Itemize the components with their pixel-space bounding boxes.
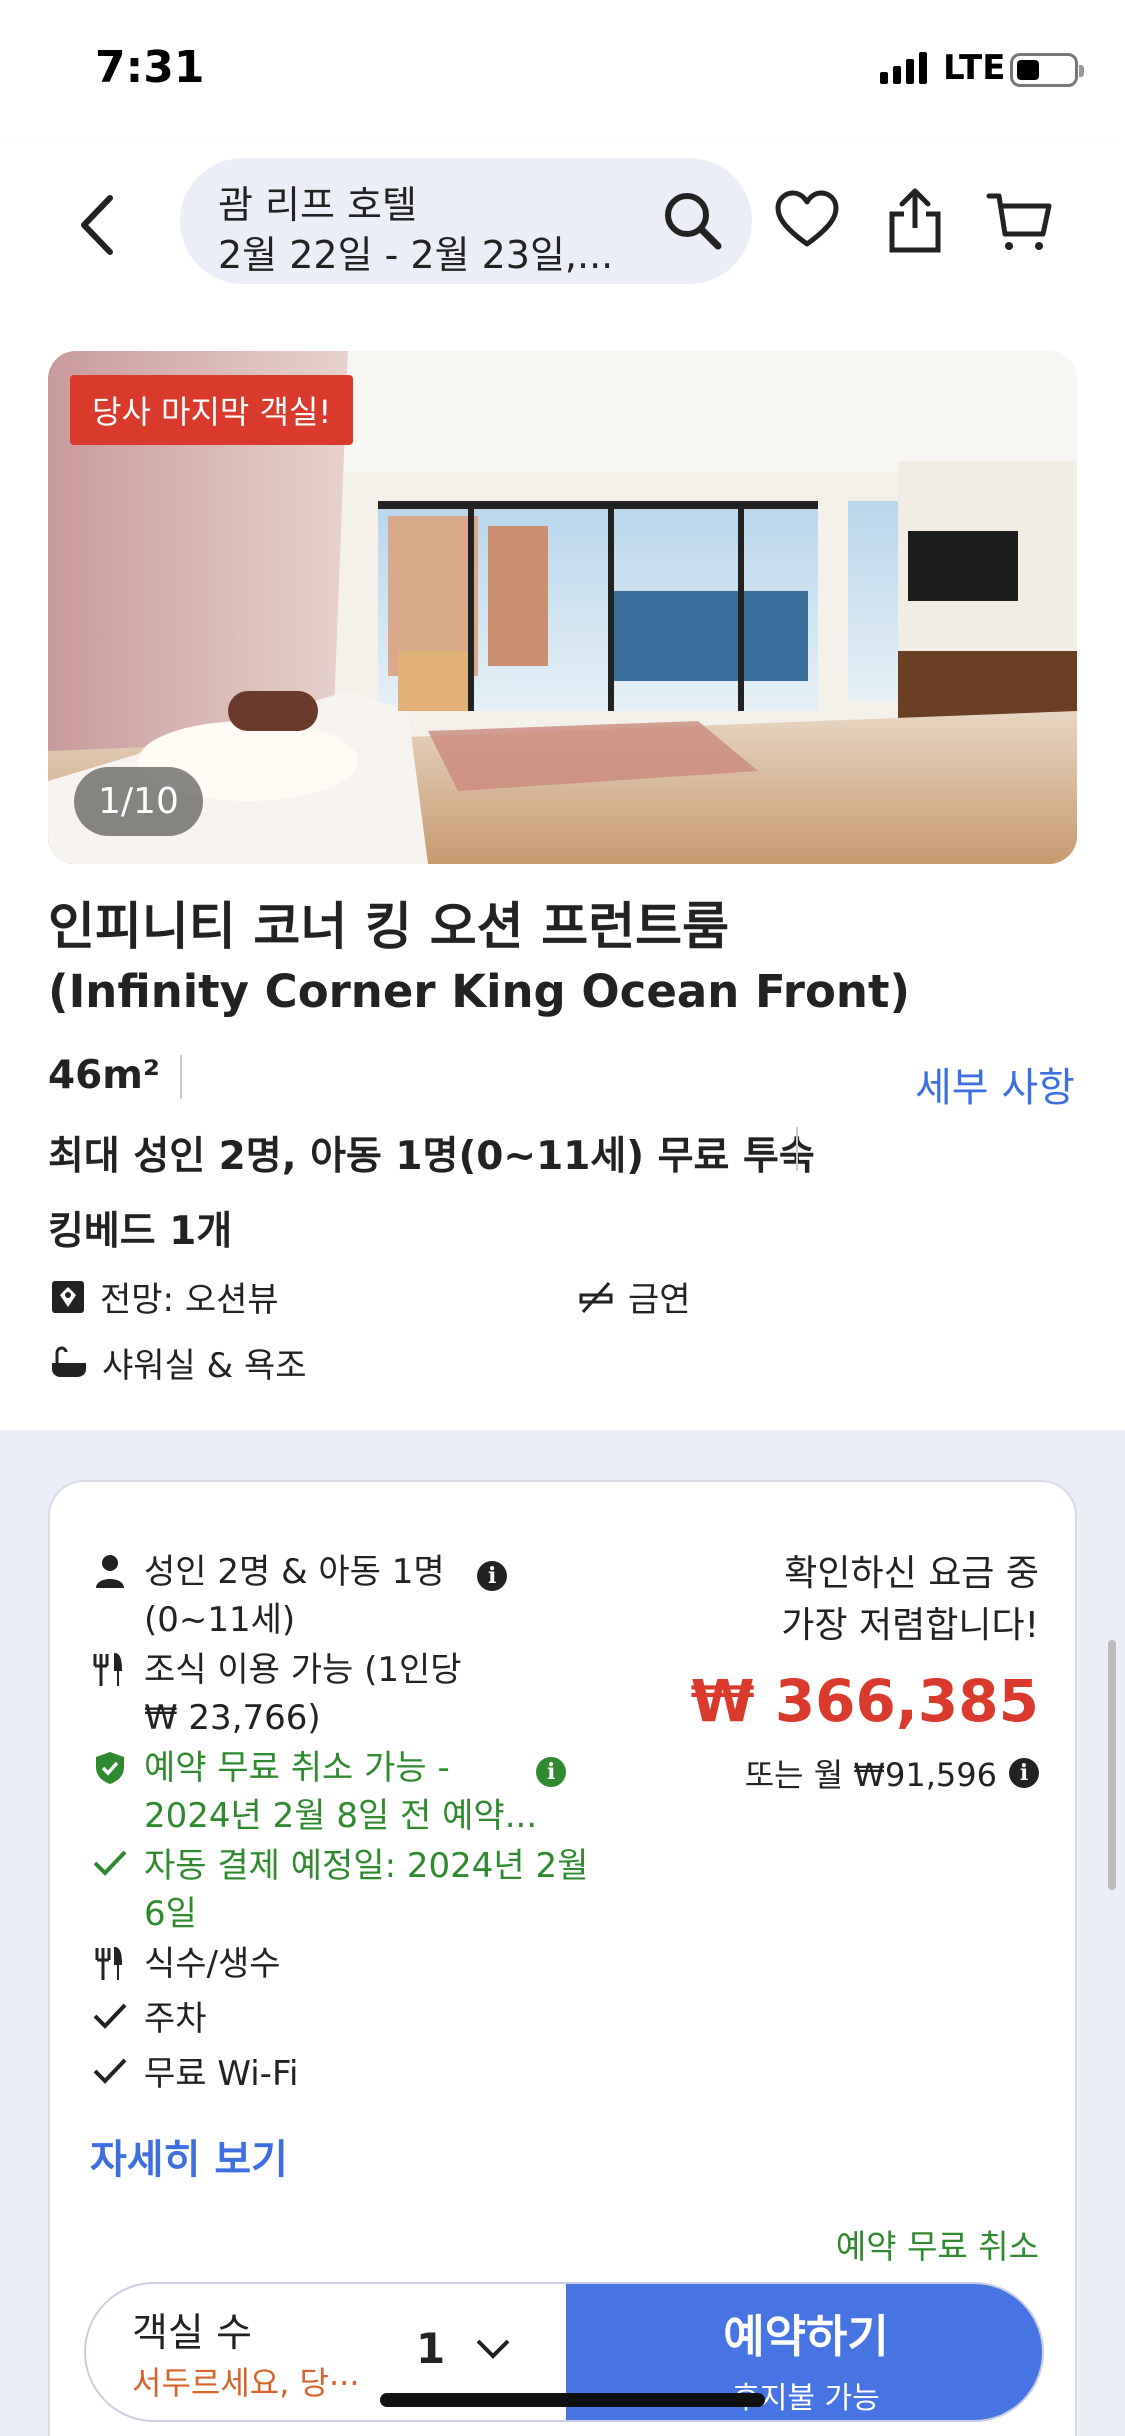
info-icon[interactable]: i <box>1009 1758 1039 1788</box>
lowest-price-note: 확인하신 요금 중 가장 저렴합니다! <box>781 1548 1039 1652</box>
view-icon <box>52 1280 84 1313</box>
parking-feature: 주차 <box>90 1995 207 2043</box>
cancel-text: 예약 무료 취소 가능 - <box>144 1748 450 1788</box>
details-link[interactable]: 세부 사항 <box>915 1055 1075 1113</box>
person-icon <box>96 1555 124 1588</box>
cancel-sub: 2024년 2월 8일 전 예약... <box>144 1796 538 1836</box>
back-icon[interactable] <box>70 190 130 260</box>
room-photo[interactable]: 당사 마지막 객실! 1/10 <box>48 351 1077 864</box>
cart-icon[interactable] <box>985 186 1055 256</box>
rate-card: 성인 2명 & 아동 1명 i (0~11세) 조식 이용 가능 (1인당 ₩ … <box>48 1480 1077 2436</box>
monthly-price-text: 또는 월 ₩91,596 <box>744 1756 997 1794</box>
search-summary[interactable]: 괌 리프 호텔 2월 22일 - 2월 23일,... <box>180 158 752 284</box>
amenity-bathtub: 샤워실 & 욕조 <box>50 1338 307 1387</box>
autopay-sub: 6일 <box>144 1894 197 1934</box>
bed-info: 킹베드 1개 <box>48 1209 233 1254</box>
rate-section: 성인 2명 & 아동 1명 i (0~11세) 조식 이용 가능 (1인당 ₩ … <box>0 1430 1125 2436</box>
room-quantity-select[interactable]: 1 <box>416 2324 511 2373</box>
home-indicator[interactable] <box>380 2393 765 2407</box>
meal-icon <box>93 1652 123 1686</box>
divider <box>796 1127 798 1171</box>
guests-text: 성인 2명 & 아동 1명 <box>144 1552 445 1592</box>
water-feature: 식수/생수 <box>90 1940 281 1988</box>
top-nav: 괌 리프 호텔 2월 22일 - 2월 23일,... <box>0 140 1125 305</box>
chevron-down-icon <box>476 2339 510 2359</box>
room-section: 당사 마지막 객실! 1/10 인피니티 코너 킹 오션 프런트룸 (Infin… <box>0 305 1125 1430</box>
meal-icon <box>95 1946 123 1980</box>
photo-counter: 1/10 <box>74 767 203 836</box>
lowest-line1: 확인하신 요금 중 <box>784 1553 1039 1594</box>
guests-sub: (0~11세) <box>144 1600 296 1640</box>
stay-dates: 2월 22일 - 2월 23일,... <box>218 233 614 277</box>
last-room-badge: 당사 마지막 객실! <box>70 375 354 445</box>
breakfast-feature: 조식 이용 가능 (1인당 ₩ 23,766) <box>90 1646 462 1742</box>
book-label: 예약하기 <box>723 2310 889 2363</box>
price: ₩ 366,385 <box>690 1667 1039 1735</box>
amenity-no-smoking: 금연 <box>578 1272 691 1321</box>
bathtub-icon <box>52 1345 86 1377</box>
lowest-line2: 가장 저렴합니다! <box>781 1605 1039 1646</box>
no-smoking-icon <box>579 1281 613 1313</box>
parking-text: 주차 <box>144 1999 207 2039</box>
autopay-feature: 자동 결제 예정일: 2024년 2월 6일 <box>90 1842 588 1938</box>
amenity-label: 금연 <box>628 1280 691 1320</box>
guests-feature: 성인 2명 & 아동 1명 i (0~11세) <box>90 1548 508 1644</box>
occupancy-info: 최대 성인 2명, 아동 1명(0~11세) 무료 투숙 <box>48 1134 815 1179</box>
shield-check-icon <box>96 1752 124 1784</box>
divider <box>180 1055 182 1099</box>
check-icon <box>93 1850 127 1876</box>
free-cancel-label: 예약 무료 취소 <box>835 2227 1039 2266</box>
check-icon <box>93 2003 127 2029</box>
room-name: 인피니티 코너 킹 오션 프런트룸 <box>48 898 729 957</box>
wifi-text: 무료 Wi-Fi <box>144 2054 299 2094</box>
room-size: 46m² <box>48 1053 160 1098</box>
amenity-label: 샤워실 & 욕조 <box>102 1346 307 1386</box>
breakfast-sub: ₩ 23,766) <box>144 1698 321 1738</box>
status-bar: 7:31 LTE <box>0 0 1125 140</box>
rooms-label: 객실 수 <box>132 2311 253 2356</box>
network-label: LTE <box>943 48 1006 88</box>
share-icon[interactable] <box>880 186 950 256</box>
amenity-label: 전망: 오션뷰 <box>100 1280 279 1320</box>
cancel-feature: 예약 무료 취소 가능 - i 2024년 2월 8일 전 예약... <box>90 1744 567 1840</box>
breakfast-text: 조식 이용 가능 (1인당 <box>144 1650 462 1690</box>
wifi-feature: 무료 Wi-Fi <box>90 2050 298 2098</box>
quantity-value: 1 <box>416 2324 446 2373</box>
amenity-view: 전망: 오션뷰 <box>50 1272 279 1321</box>
signal-icon <box>880 52 927 84</box>
scrollbar[interactable] <box>1108 1640 1116 1890</box>
monthly-price: 또는 월 ₩91,596 i <box>745 1750 1039 1796</box>
water-text: 식수/생수 <box>144 1944 281 1984</box>
hotel-name: 괌 리프 호텔 <box>218 183 417 227</box>
urgency-text: 서두르세요, 당··· <box>132 2364 360 2402</box>
autopay-text: 자동 결제 예정일: 2024년 2월 <box>144 1846 589 1886</box>
info-icon[interactable]: i <box>536 1757 567 1787</box>
search-icon[interactable] <box>660 188 726 254</box>
more-details-link[interactable]: 자세히 보기 <box>90 2127 288 2185</box>
room-name-en: (Infinity Corner King Ocean Front) <box>48 965 911 1018</box>
info-icon[interactable]: i <box>477 1561 508 1591</box>
heart-icon[interactable] <box>772 186 842 256</box>
battery-icon <box>1010 53 1084 87</box>
check-icon <box>93 2058 127 2084</box>
status-time: 7:31 <box>95 42 205 93</box>
